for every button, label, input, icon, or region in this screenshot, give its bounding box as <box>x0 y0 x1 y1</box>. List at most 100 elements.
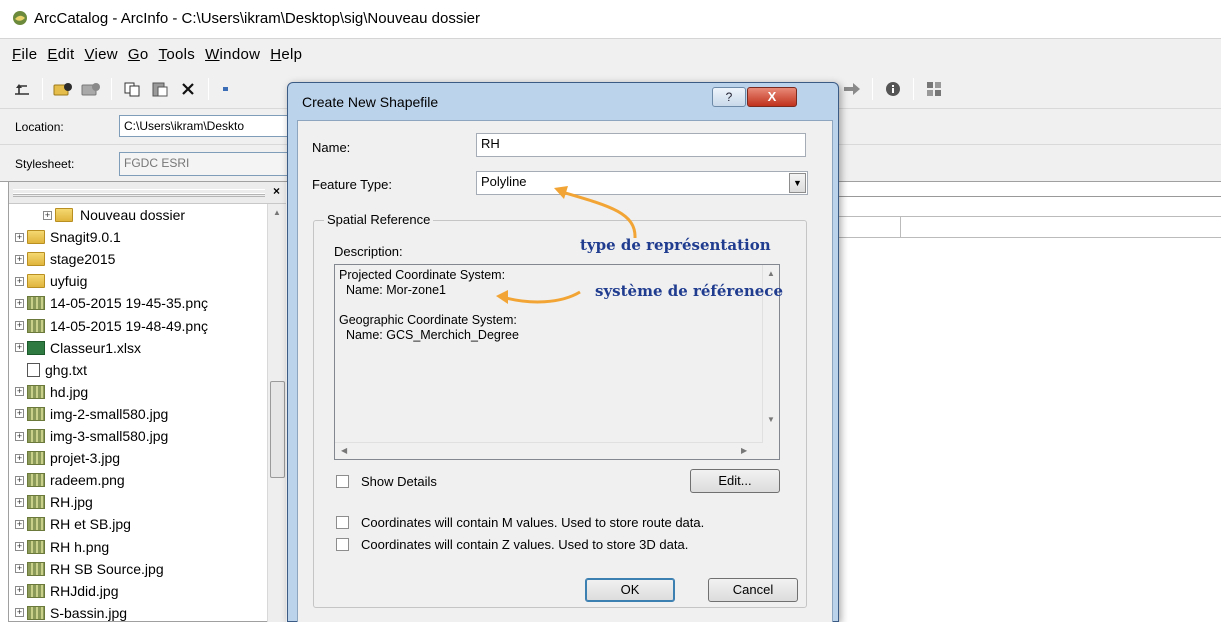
text-icon <box>27 362 40 377</box>
tree-item[interactable]: ghg.txt <box>15 359 87 381</box>
z-values-label: Coordinates will contain Z values. Used … <box>361 537 689 552</box>
tree-item[interactable]: + RH.jpg <box>15 491 93 513</box>
close-panel-icon[interactable]: × <box>273 184 280 198</box>
tree-item-label: Classeur1.xlsx <box>50 339 142 356</box>
tree-item-label: 14-05-2015 19-48-49.pnç <box>50 317 209 334</box>
expand-icon[interactable]: + <box>15 409 24 419</box>
copy-icon[interactable] <box>121 78 143 100</box>
expand-icon[interactable]: + <box>15 254 24 264</box>
location-input[interactable]: C:\Users\ikram\Deskto <box>119 115 289 137</box>
scroll-down-icon[interactable]: ▼ <box>767 415 775 424</box>
edit-button[interactable]: Edit... <box>690 469 780 493</box>
scroll-up-icon[interactable]: ▲ <box>273 208 281 217</box>
folder-icon <box>27 230 45 245</box>
expand-icon[interactable]: + <box>15 497 24 507</box>
scrollbar-thumb[interactable] <box>270 381 285 478</box>
arccatalog-app-icon <box>13 11 27 25</box>
menu-file[interactable]: File <box>12 46 37 63</box>
tree-item[interactable]: + RH h.png <box>15 536 109 558</box>
tree-item[interactable]: + radeem.png <box>15 469 125 491</box>
tree-item[interactable]: + hd.jpg <box>15 381 88 403</box>
show-details-checkbox[interactable] <box>336 475 349 488</box>
tree-item[interactable]: + RH SB Source.jpg <box>15 558 164 580</box>
expand-icon[interactable]: + <box>15 542 24 551</box>
expand-icon[interactable]: + <box>15 232 24 242</box>
tree-item[interactable]: + RH et SB.jpg <box>15 513 131 535</box>
tree-item[interactable]: + RHJdid.jpg <box>15 580 118 602</box>
feature-type-annotation: type de représentation <box>580 236 771 254</box>
scroll-left-icon[interactable]: ◀ <box>341 446 347 455</box>
tree-item-label: S-bassin.jpg <box>50 604 128 621</box>
menu-window[interactable]: Window <box>205 46 260 63</box>
m-values-label: Coordinates will contain M values. Used … <box>361 515 705 530</box>
image-icon <box>27 561 45 576</box>
expand-icon[interactable]: + <box>15 298 24 308</box>
scroll-right-icon[interactable]: ▶ <box>741 446 747 455</box>
folder-icon <box>27 274 45 289</box>
image-icon <box>27 451 45 466</box>
tree-item[interactable]: + uyfuig <box>15 270 87 292</box>
tree-item[interactable]: + Classeur1.xlsx <box>15 337 141 359</box>
expand-icon[interactable]: + <box>15 519 24 529</box>
column-divider[interactable] <box>900 217 901 237</box>
disconnect-folder-icon[interactable] <box>80 78 102 100</box>
expand-icon[interactable]: + <box>15 321 24 330</box>
ok-button[interactable]: OK <box>585 578 675 602</box>
menu-help[interactable]: Help <box>270 46 302 63</box>
delete-icon[interactable] <box>177 78 199 100</box>
connect-folder-icon[interactable] <box>52 78 74 100</box>
scroll-up-icon[interactable]: ▲ <box>767 269 775 278</box>
expand-icon[interactable]: + <box>15 387 24 397</box>
expand-icon[interactable]: + <box>15 475 24 485</box>
expand-icon[interactable]: + <box>15 564 24 574</box>
expand-icon[interactable]: + <box>15 343 24 353</box>
expand-icon[interactable]: + <box>15 431 24 441</box>
spatial-reference-legend: Spatial Reference <box>324 212 434 227</box>
expand-icon[interactable]: + <box>43 210 52 220</box>
tree-item[interactable]: + S-bassin.jpg <box>15 602 127 622</box>
tree-item[interactable]: + img-3-small580.jpg <box>15 425 168 447</box>
tree-item-label: RH SB Source.jpg <box>50 560 164 577</box>
menu-go[interactable]: Go <box>128 46 149 63</box>
feature-type-value: Polyline <box>481 174 527 189</box>
tree-item[interactable]: + Nouveau dossier <box>43 204 187 226</box>
tree-item[interactable]: + Snagit9.0.1 <box>15 226 121 248</box>
metadata-icon[interactable] <box>882 78 904 100</box>
forward-icon[interactable] <box>841 78 863 100</box>
tree-item-label: Nouveau dossier <box>80 207 186 223</box>
menu-view[interactable]: View <box>84 46 117 63</box>
cancel-button[interactable]: Cancel <box>708 578 798 602</box>
expand-icon[interactable]: + <box>15 586 24 596</box>
tree-item[interactable]: +14-05-2015 19-45-35.pnç <box>15 292 208 314</box>
description-horizontal-scrollbar[interactable]: ◀ ▶ <box>335 442 762 459</box>
expand-icon[interactable]: + <box>15 453 24 463</box>
image-icon <box>27 517 45 532</box>
large-icons-icon[interactable] <box>218 78 240 100</box>
tree-item[interactable]: +14-05-2015 19-48-49.pnç <box>15 315 208 337</box>
m-values-checkbox[interactable] <box>336 516 349 529</box>
expand-icon[interactable]: + <box>15 276 24 286</box>
image-icon <box>27 495 45 510</box>
up-one-level-icon[interactable] <box>11 78 33 100</box>
help-button[interactable]: ? <box>712 87 746 107</box>
menu-tools[interactable]: Tools <box>159 46 196 63</box>
spatial-ref-annotation: système de référenece <box>595 282 783 300</box>
tree-item-label: stage2015 <box>50 251 116 268</box>
close-button[interactable]: X <box>747 87 797 107</box>
grid-icon[interactable] <box>923 78 945 100</box>
tree-item-label: 14-05-2015 19-45-35.pnç <box>50 295 209 312</box>
paste-icon[interactable] <box>149 78 171 100</box>
tree-item-label: projet-3.jpg <box>50 450 121 467</box>
tree-item[interactable]: + projet-3.jpg <box>15 447 120 469</box>
stylesheet-select[interactable]: FGDC ESRI <box>119 152 289 176</box>
show-details-label: Show Details <box>361 474 437 489</box>
spatial-ref-annotation-arrow <box>496 290 581 304</box>
chevron-down-icon[interactable]: ▼ <box>789 173 806 193</box>
tree-item[interactable]: + stage2015 <box>15 248 115 270</box>
tree-vertical-scrollbar[interactable]: ▲ <box>267 204 287 622</box>
tree-item[interactable]: + img-2-small580.jpg <box>15 403 168 425</box>
menu-edit[interactable]: Edit <box>47 46 74 63</box>
z-values-checkbox[interactable] <box>336 538 349 551</box>
name-input[interactable]: RH <box>476 133 806 157</box>
expand-icon[interactable]: + <box>15 608 24 618</box>
